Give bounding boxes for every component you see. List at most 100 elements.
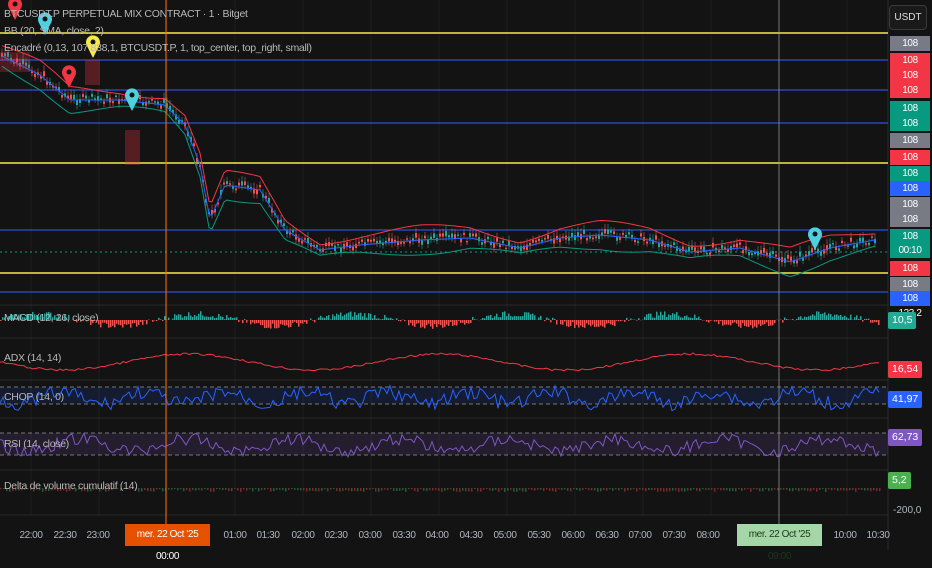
time-axis-label: 07:00 bbox=[628, 530, 651, 541]
indicator-legend[interactable]: Delta de volume cumulatif (14) bbox=[4, 480, 137, 492]
delta-bar bbox=[720, 488, 722, 490]
delta-bar bbox=[189, 488, 191, 492]
price-label: 108 257,1 bbox=[890, 212, 930, 227]
macd-bar bbox=[502, 312, 504, 320]
macd-bar bbox=[748, 320, 750, 327]
candle bbox=[451, 233, 453, 237]
delta-bar bbox=[780, 488, 782, 490]
macd-bar bbox=[722, 320, 724, 326]
delta-bar bbox=[819, 488, 821, 490]
macd-bar bbox=[152, 320, 154, 322]
delta-bar bbox=[222, 488, 224, 490]
candle bbox=[739, 243, 741, 245]
delta-bar bbox=[807, 488, 809, 491]
currency-button[interactable]: USDT bbox=[889, 5, 927, 30]
macd-bar bbox=[430, 320, 432, 326]
macd-bar bbox=[564, 320, 566, 322]
delta-bar bbox=[756, 488, 758, 490]
candle bbox=[874, 239, 876, 243]
macd-bar bbox=[384, 315, 386, 320]
delta-bar bbox=[357, 488, 359, 491]
candle bbox=[304, 238, 306, 240]
indicator-legend[interactable]: MACD (12, 26, close) bbox=[4, 312, 98, 324]
encadre-legend[interactable]: Encadré (0,13, 107 838,1, BTCUSDT.P, 1, … bbox=[4, 42, 312, 54]
macd-bar bbox=[570, 320, 572, 326]
delta-bar bbox=[474, 488, 476, 489]
candle bbox=[868, 243, 870, 245]
macd-bar bbox=[810, 316, 812, 320]
delta-bar bbox=[228, 488, 230, 491]
delta-bar bbox=[201, 488, 203, 491]
candle bbox=[292, 230, 294, 233]
macd-bar bbox=[556, 320, 558, 324]
bb-legend[interactable]: BB (20, SMA, close, 2) bbox=[4, 25, 104, 37]
delta-bar bbox=[582, 488, 584, 490]
macd-bar bbox=[454, 320, 456, 325]
delta-bar bbox=[501, 488, 503, 490]
macd-bar bbox=[192, 317, 194, 320]
chart-canvas[interactable] bbox=[0, 0, 932, 550]
candle bbox=[352, 247, 354, 251]
macd-bar bbox=[258, 320, 260, 323]
candle bbox=[499, 244, 501, 247]
macd-bar bbox=[744, 320, 746, 326]
candle bbox=[193, 143, 195, 146]
macd-bar bbox=[334, 316, 336, 320]
delta-bar bbox=[810, 488, 812, 491]
delta-bar bbox=[234, 488, 236, 489]
candle bbox=[502, 241, 504, 244]
time-axis-label: 06:00 bbox=[561, 530, 584, 541]
macd-bar bbox=[342, 316, 344, 320]
macd-bar bbox=[180, 315, 182, 320]
delta-bar bbox=[348, 488, 350, 491]
indicator-legend[interactable]: ADX (14, 14) bbox=[4, 352, 61, 364]
delta-bar bbox=[339, 488, 341, 491]
delta-bar bbox=[546, 488, 548, 490]
macd-bar bbox=[860, 316, 862, 320]
macd-bar bbox=[424, 320, 426, 328]
macd-bar bbox=[374, 315, 376, 320]
macd-bar bbox=[104, 320, 106, 323]
candle bbox=[364, 242, 366, 245]
candle bbox=[775, 255, 777, 257]
macd-bar bbox=[286, 320, 288, 325]
delta-bar bbox=[396, 488, 398, 491]
delta-bar bbox=[321, 488, 323, 491]
candle bbox=[799, 252, 801, 257]
macd-bar bbox=[332, 314, 334, 320]
macd-bar bbox=[156, 320, 158, 321]
macd-bar bbox=[714, 320, 716, 322]
macd-bar bbox=[346, 313, 348, 320]
delta-bar bbox=[777, 488, 779, 490]
macd-bar bbox=[582, 320, 584, 327]
delta-bar bbox=[711, 488, 713, 490]
macd-bar bbox=[668, 314, 670, 320]
macd-bar bbox=[706, 320, 708, 322]
delta-bar bbox=[306, 488, 308, 492]
macd-bar bbox=[386, 318, 388, 320]
macd-bar bbox=[710, 320, 712, 321]
macd-bar bbox=[740, 320, 742, 328]
indicator-legend[interactable]: CHOP (14, 0) bbox=[4, 391, 64, 403]
candle bbox=[112, 101, 114, 103]
price-label: 108 234,5 bbox=[890, 261, 930, 276]
candle bbox=[463, 233, 465, 235]
macd-bar bbox=[422, 320, 424, 327]
macd-bar bbox=[760, 320, 762, 326]
macd-bar bbox=[338, 315, 340, 320]
indicator-value-label: 5,2 bbox=[888, 472, 911, 489]
delta-bar bbox=[684, 488, 686, 492]
zone-box bbox=[125, 130, 140, 165]
macd-bar bbox=[682, 318, 684, 320]
candle bbox=[34, 74, 36, 77]
macd-bar bbox=[224, 319, 226, 320]
macd-bar bbox=[234, 318, 236, 320]
delta-bar bbox=[732, 488, 734, 491]
macd-bar bbox=[816, 311, 818, 320]
macd-bar bbox=[242, 320, 244, 323]
macd-bar bbox=[616, 320, 618, 321]
delta-bar bbox=[843, 488, 845, 490]
macd-bar bbox=[562, 320, 564, 325]
macd-bar bbox=[644, 317, 646, 320]
indicator-legend[interactable]: RSI (14, close) bbox=[4, 438, 69, 450]
